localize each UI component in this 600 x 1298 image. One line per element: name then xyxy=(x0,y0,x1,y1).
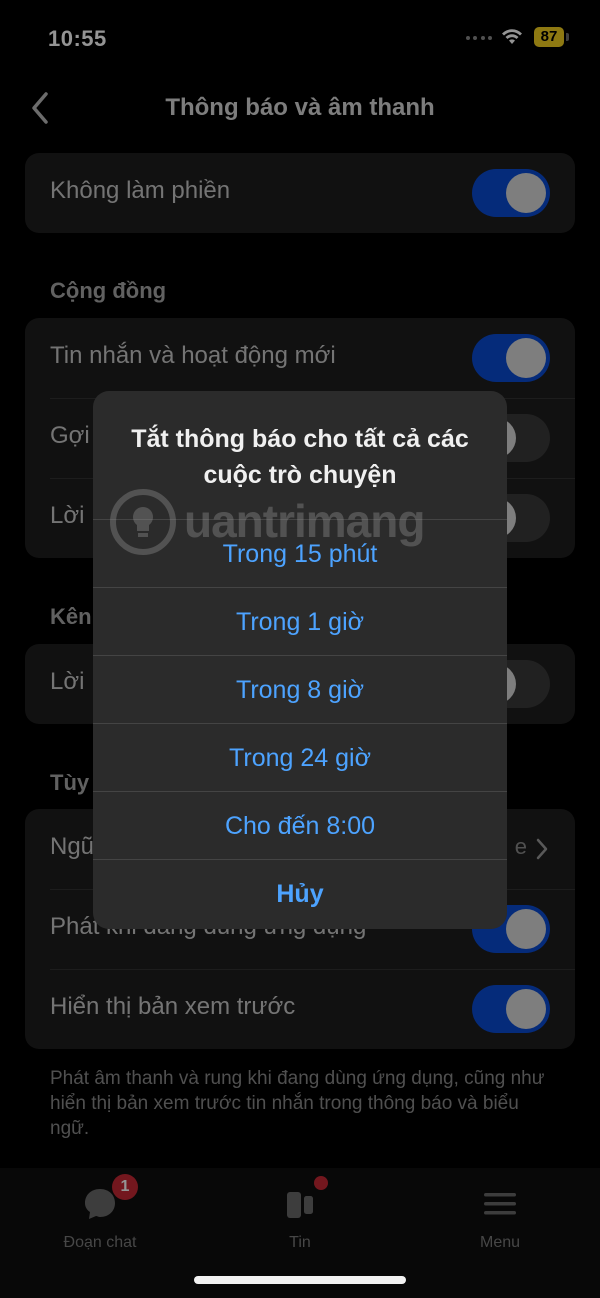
option-1-hour[interactable]: Trong 1 giờ xyxy=(93,587,507,655)
cancel-button[interactable]: Hủy xyxy=(93,859,507,927)
home-indicator xyxy=(194,1276,406,1284)
watermark-bulb-icon xyxy=(110,489,176,555)
mute-duration-sheet: Tắt thông báo cho tất cả các cuộc trò ch… xyxy=(93,391,507,929)
option-8-hours[interactable]: Trong 8 giờ xyxy=(93,655,507,723)
watermark: uantrimang xyxy=(108,482,468,562)
watermark-text: uantrimang xyxy=(184,495,425,547)
option-until-8[interactable]: Cho đến 8:00 xyxy=(93,791,507,859)
option-24-hours[interactable]: Trong 24 giờ xyxy=(93,723,507,791)
